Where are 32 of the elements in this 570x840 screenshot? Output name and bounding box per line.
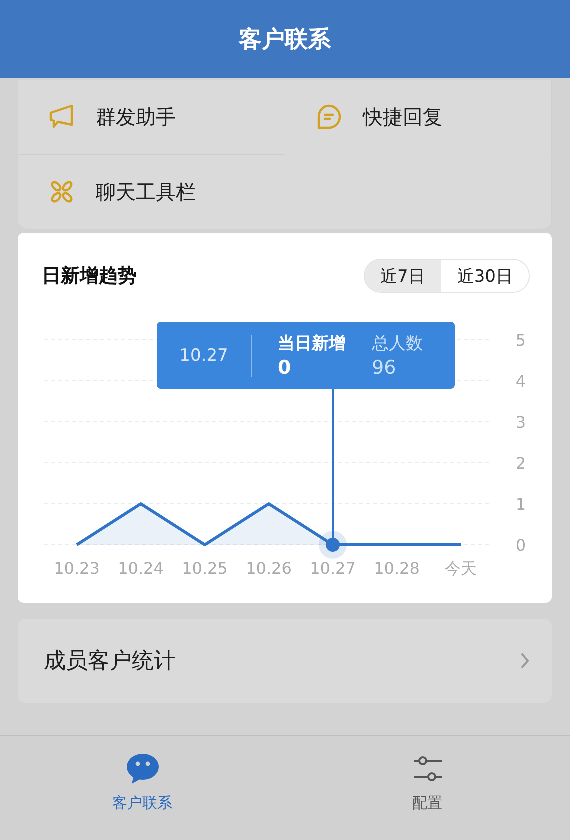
chat-bubble-icon [126, 754, 160, 784]
tool-label[interactable]: 快捷回复 [363, 104, 443, 130]
tab-bar-item[interactable]: 配置 [285, 736, 570, 840]
tooltip-date: 10.27 [178, 346, 230, 366]
x-axis-label: 今天 [445, 559, 477, 578]
y-axis-label: 2 [516, 454, 526, 473]
x-axis-label: 10.25 [182, 559, 228, 578]
page-title: 客户联系 [239, 26, 331, 54]
tool-label[interactable]: 聊天工具栏 [96, 178, 196, 206]
range-tab[interactable]: 近7日 [364, 260, 442, 292]
stats-label[interactable]: 成员客户统计 [44, 646, 176, 676]
petals-icon [50, 180, 74, 204]
y-axis-label: 4 [516, 372, 526, 391]
x-axis-label: 10.28 [374, 559, 420, 578]
tooltip-label: 总人数 [372, 333, 423, 355]
megaphone-icon [48, 104, 76, 130]
x-axis-label: 10.23 [54, 559, 100, 578]
y-axis-label: 5 [516, 331, 526, 350]
y-axis-label: 0 [516, 536, 526, 555]
tool-label[interactable]: 群发助手 [96, 104, 176, 130]
x-axis-label: 10.26 [246, 559, 292, 578]
x-axis-label: 10.24 [118, 559, 164, 578]
y-axis-label: 1 [516, 495, 526, 514]
y-axis-label: 3 [516, 413, 526, 432]
chat-bubble-icon [316, 104, 342, 130]
tooltip-value: 0 [278, 357, 292, 379]
chart-title: 日新增趋势 [42, 264, 137, 289]
tooltip-label: 当日新增 [278, 333, 346, 355]
x-axis-label: 10.27 [310, 559, 356, 578]
chevron-right-icon[interactable] [520, 652, 530, 670]
tooltip-value: 96 [372, 357, 398, 379]
sliders-icon [412, 755, 442, 783]
